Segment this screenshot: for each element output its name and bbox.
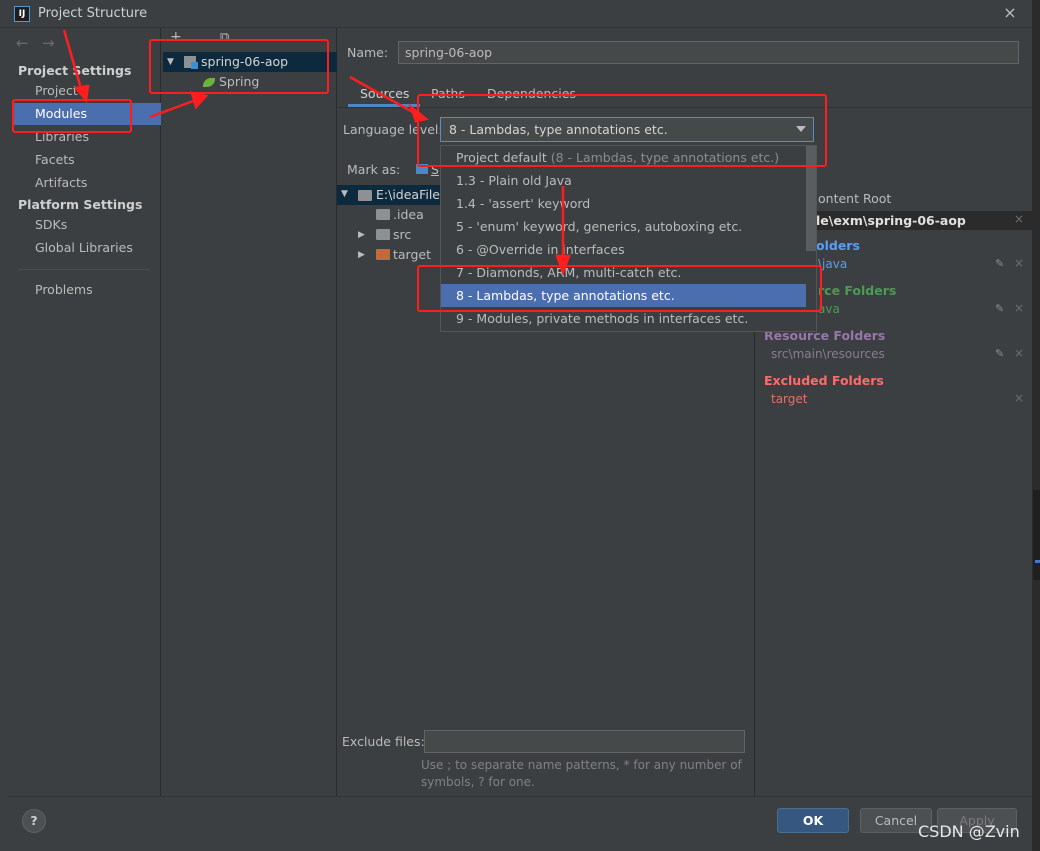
watermark-text: CSDN @Zvin <box>918 822 1020 841</box>
annotation-arrows <box>62 29 571 276</box>
